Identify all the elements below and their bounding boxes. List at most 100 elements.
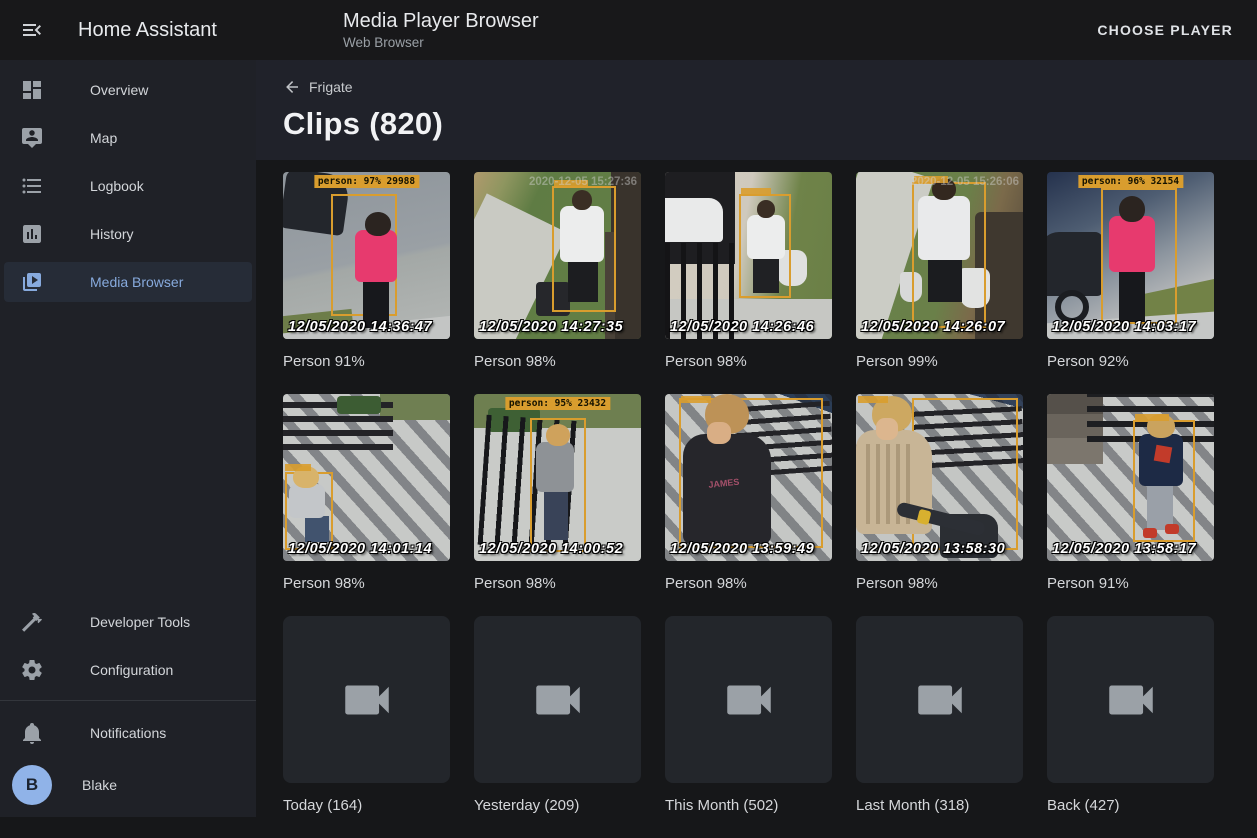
folder-card-today[interactable]: Today (164): [283, 616, 450, 838]
clip-thumbnail-photo: 12/05/2020 14:26:46: [665, 172, 832, 339]
media-browser-panel: Frigate Clips (820) person: 97% 29988 12…: [256, 60, 1257, 817]
clip-caption: Person 98%: [283, 574, 450, 594]
sidebar-item-logbook[interactable]: Logbook: [4, 166, 252, 206]
clip-card[interactable]: 12/05/2020 14:26:46 Person 98%: [665, 172, 832, 394]
detection-label: person: 96% 32154: [1078, 175, 1183, 188]
clip-card[interactable]: 12/05/2020 14:01:14 Person 98%: [283, 394, 450, 616]
sidebar-item-overview[interactable]: Overview: [4, 70, 252, 110]
sidebar-item-label: Map: [90, 130, 117, 146]
video-camera-icon: [1102, 671, 1160, 729]
clip-caption: Person 91%: [283, 352, 450, 372]
clip-caption: Person 98%: [474, 352, 641, 372]
clip-thumbnail-photo: 12/05/2020 14:26:07 2020-12-05 15:26:06: [856, 172, 1023, 339]
sidebar-item-profile[interactable]: B Blake: [4, 761, 252, 809]
clip-caption: Person 99%: [856, 352, 1023, 372]
clip-timestamp: 12/05/2020 14:27:35: [479, 319, 623, 335]
sidebar-item-configuration[interactable]: Configuration: [4, 650, 252, 690]
folder-card-yesterday[interactable]: Yesterday (209): [474, 616, 641, 838]
chart-box-icon: [20, 222, 44, 246]
clip-timestamp: 12/05/2020 14:03:17: [1052, 319, 1196, 335]
sidebar-item-label: Notifications: [90, 725, 166, 741]
sidebar-item-label: History: [90, 226, 134, 242]
menu-open-icon: [20, 18, 44, 42]
video-camera-icon: [720, 671, 778, 729]
clip-timestamp: 12/05/2020 14:01:14: [288, 541, 432, 557]
folder-tile: [283, 616, 450, 783]
clip-caption: Person 98%: [665, 352, 832, 372]
sidebar-item-label: Logbook: [90, 178, 144, 194]
detection-label: person: 97% 29988: [314, 175, 419, 188]
folder-label: This Month (502): [665, 796, 832, 816]
clip-thumbnail-photo: person: 95% 23432 12/05/2020 14:00:52: [474, 394, 641, 561]
sidebar-item-media-browser[interactable]: Media Browser: [4, 262, 252, 302]
folder-card-back[interactable]: Back (427): [1047, 616, 1214, 838]
clip-caption: Person 98%: [856, 574, 1023, 594]
clips-title: Clips (820): [283, 106, 1257, 142]
folder-card-last-month[interactable]: Last Month (318): [856, 616, 1023, 838]
sidebar: Overview Map Logbook History Media Brows…: [0, 60, 256, 817]
folder-card-this-month[interactable]: This Month (502): [665, 616, 832, 838]
choose-player-button[interactable]: CHOOSE PLAYER: [1089, 0, 1241, 60]
clip-timestamp: 12/05/2020 14:00:52: [479, 541, 623, 557]
clip-caption: Person 98%: [474, 574, 641, 594]
folder-tile: [856, 616, 1023, 783]
clip-thumbnail-photo: 12/05/2020 13:58:30: [856, 394, 1023, 561]
sidebar-item-label: Overview: [90, 82, 148, 98]
camera-overlay-timestamp: 2020-12-05 15:26:06: [911, 176, 1019, 188]
clip-timestamp: 12/05/2020 13:59:49: [670, 541, 814, 557]
clip-card[interactable]: 12/05/2020 13:58:30 Person 98%: [856, 394, 1023, 616]
clip-timestamp: 12/05/2020 14:26:07: [861, 319, 1005, 335]
clip-card[interactable]: person: 95% 23432 12/05/2020 14:00:52 Pe…: [474, 394, 641, 616]
user-name: Blake: [82, 777, 117, 793]
app-header: Home Assistant Media Player Browser Web …: [0, 0, 1257, 60]
clip-card[interactable]: 12/05/2020 14:27:35 2020-12-05 15:27:36 …: [474, 172, 641, 394]
clip-thumbnail-photo: 12/05/2020 14:27:35 2020-12-05 15:27:36: [474, 172, 641, 339]
breadcrumb-label: Frigate: [309, 79, 353, 95]
sidebar-item-map[interactable]: Map: [4, 118, 252, 158]
sidebar-item-history[interactable]: History: [4, 214, 252, 254]
clip-thumbnail-photo: JAMES 12/05/2020 13:59:49: [665, 394, 832, 561]
folder-label: Back (427): [1047, 796, 1214, 816]
clip-thumbnail-photo: 12/05/2020 14:01:14: [283, 394, 450, 561]
clip-thumbnail-photo: person: 96% 32154 12/05/2020 14:03:17: [1047, 172, 1214, 339]
clip-timestamp: 12/05/2020 13:58:30: [861, 541, 1005, 557]
video-camera-icon: [338, 671, 396, 729]
clip-card[interactable]: person: 96% 32154 12/05/2020 14:03:17 Pe…: [1047, 172, 1214, 394]
clip-caption: Person 92%: [1047, 352, 1214, 372]
arrow-left-icon: [283, 78, 301, 96]
breadcrumb[interactable]: Frigate: [283, 74, 353, 100]
app-title: Home Assistant: [78, 19, 217, 42]
folder-tile: [665, 616, 832, 783]
clip-grid: person: 97% 29988 12/05/2020 14:36:47 Pe…: [283, 172, 1257, 838]
clip-timestamp: 12/05/2020 13:58:17: [1052, 541, 1196, 557]
clip-card[interactable]: JAMES 12/05/2020 13:59:49 Person 98%: [665, 394, 832, 616]
sidebar-item-label: Media Browser: [90, 274, 183, 290]
page-title: Media Player Browser: [343, 9, 539, 33]
clip-card[interactable]: person: 97% 29988 12/05/2020 14:36:47 Pe…: [283, 172, 450, 394]
clip-timestamp: 12/05/2020 14:26:46: [670, 319, 814, 335]
clip-card[interactable]: 12/05/2020 14:26:07 2020-12-05 15:26:06 …: [856, 172, 1023, 394]
play-box-multiple-icon: [20, 270, 44, 294]
page-subtitle: Web Browser: [343, 35, 539, 50]
clip-caption: Person 98%: [665, 574, 832, 594]
clip-thumbnail-photo: person: 97% 29988 12/05/2020 14:36:47: [283, 172, 450, 339]
folder-label: Yesterday (209): [474, 796, 641, 816]
detection-label: person: 95% 23432: [505, 397, 610, 410]
media-browser-header: Frigate Clips (820): [256, 60, 1257, 160]
clip-card[interactable]: 12/05/2020 13:58:17 Person 91%: [1047, 394, 1214, 616]
sidebar-item-developer-tools[interactable]: Developer Tools: [4, 602, 252, 642]
folder-tile: [474, 616, 641, 783]
list-icon: [20, 174, 44, 198]
folder-label: Last Month (318): [856, 796, 1023, 816]
page-title-block: Media Player Browser Web Browser: [343, 9, 539, 50]
clip-timestamp: 12/05/2020 14:36:47: [288, 319, 432, 335]
sidebar-item-notifications[interactable]: Notifications: [4, 711, 252, 755]
sidebar-divider: [0, 700, 256, 701]
sidebar-toggle-button[interactable]: [8, 6, 56, 54]
clip-thumbnail-photo: 12/05/2020 13:58:17: [1047, 394, 1214, 561]
folder-label: Today (164): [283, 796, 450, 816]
folder-tile: [1047, 616, 1214, 783]
hammer-icon: [20, 610, 44, 634]
media-grid-container: person: 97% 29988 12/05/2020 14:36:47 Pe…: [256, 160, 1257, 838]
video-camera-icon: [911, 671, 969, 729]
